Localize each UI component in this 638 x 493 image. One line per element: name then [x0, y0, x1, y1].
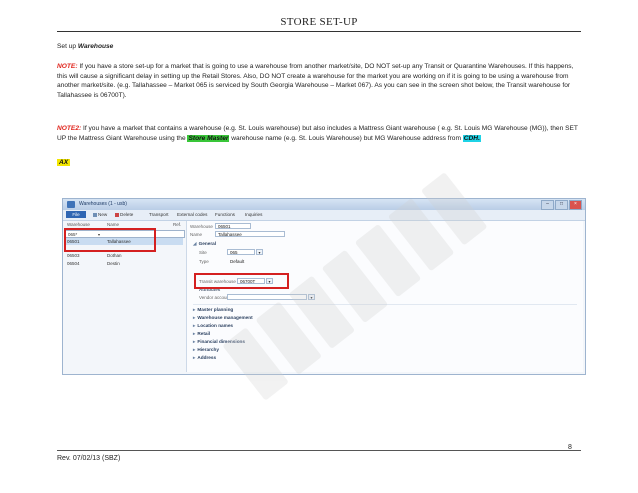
col-name[interactable]: Name — [107, 222, 119, 227]
row-warehouse: 06504 — [67, 261, 80, 266]
section-hierarchy[interactable]: ▸ Hierarchy — [193, 347, 219, 353]
heading-emphasis: Warehouse — [77, 43, 114, 50]
file-button[interactable]: File — [66, 211, 86, 218]
revision-note: Rev. 07/02/13 (SBZ) — [57, 455, 121, 462]
inquiries-menu[interactable]: Inquiries — [245, 212, 262, 217]
section-location-names[interactable]: ▸ Location names — [193, 323, 233, 329]
row-warehouse: 06503 — [67, 253, 80, 258]
page-title: STORE SET-UP — [280, 16, 358, 28]
new-label: New — [98, 212, 108, 217]
window-controls: – □ × — [541, 200, 582, 210]
type-label: Type — [199, 259, 209, 264]
footer-divider — [57, 450, 581, 451]
section-retail[interactable]: ▸ Retail — [193, 331, 210, 337]
ax-label: AX — [57, 159, 71, 166]
delete-label: Delete — [120, 212, 134, 217]
col-ref[interactable]: Ref. — [173, 222, 181, 227]
note-paragraph: NOTE: If you have a store set-up for a m… — [57, 62, 581, 100]
delete-icon — [115, 212, 119, 217]
section-label: Retail — [197, 331, 211, 336]
maximize-button[interactable]: □ — [555, 200, 568, 210]
heading-prefix: Set up — [57, 43, 78, 50]
new-button[interactable]: New — [93, 212, 107, 217]
cdh-highlight: CDH. — [462, 134, 481, 142]
section-address[interactable]: ▸ Address — [193, 355, 216, 361]
expand-icon: ▸ — [193, 347, 196, 352]
section-master-planning[interactable]: ▸ Master planning — [193, 307, 233, 313]
app-icon — [67, 201, 75, 208]
site-label: Site — [199, 250, 207, 255]
section-heading: Set up Warehouse — [57, 42, 581, 52]
window-title: Warehouses (1 - usb) — [79, 201, 127, 207]
section-divider — [193, 304, 577, 305]
collapse-icon: ◢ — [193, 241, 197, 246]
section-label: Master planning — [197, 307, 234, 312]
vendor-account-field[interactable] — [227, 294, 307, 300]
expand-icon: ▸ — [193, 355, 196, 360]
vendor-account-label: Vendor account — [199, 295, 231, 300]
note2-text-b: warehouse name (e.g. St. Louis Warehouse… — [229, 134, 463, 142]
title-divider — [57, 31, 581, 32]
expand-icon: ▸ — [193, 331, 196, 336]
new-icon — [93, 212, 97, 217]
section-label: Hierarchy — [197, 347, 219, 352]
external-codes-button[interactable]: External codes — [177, 212, 207, 217]
delete-button[interactable]: Delete — [115, 212, 133, 217]
table-row[interactable]: 06503 Dothan — [65, 252, 183, 259]
note2-paragraph: NOTE2: If you have a market that contain… — [57, 124, 581, 143]
warehouse-field[interactable]: 06501 — [215, 223, 251, 229]
section-general-label: General — [198, 241, 217, 246]
note-text: If you have a store set-up for a market … — [57, 63, 574, 99]
section-label: Address — [197, 355, 217, 360]
table-row[interactable]: 06504 Destin — [65, 260, 183, 267]
functions-menu[interactable]: Functions — [215, 212, 235, 217]
row-name: Dothan — [107, 253, 122, 258]
note-label: NOTE: — [57, 63, 78, 70]
expand-icon: ▸ — [193, 339, 196, 344]
transport-button[interactable]: Transport — [149, 212, 169, 217]
warehouse-label: Warehouse — [190, 224, 213, 229]
site-field[interactable]: 065 — [227, 249, 255, 255]
expand-icon: ▸ — [193, 323, 196, 328]
store-master-highlight: Store Master — [187, 134, 230, 142]
ax-label-line: AX — [57, 158, 581, 168]
site-dropdown-icon[interactable]: ▾ — [256, 249, 263, 255]
col-warehouse[interactable]: Warehouse — [67, 222, 90, 227]
type-field[interactable]: Default — [227, 258, 255, 264]
name-label: Name — [190, 232, 203, 237]
row-name: Destin — [107, 261, 120, 266]
filter-callout-box — [64, 228, 156, 252]
vendor-dropdown-icon[interactable]: ▾ — [308, 294, 315, 300]
expand-icon: ▸ — [193, 307, 196, 312]
expand-icon: ▸ — [193, 315, 196, 320]
section-label: Warehouse management — [197, 315, 253, 320]
section-label: Location names — [197, 323, 234, 328]
section-warehouse-management[interactable]: ▸ Warehouse management — [193, 315, 253, 321]
ax-screenshot: Warehouses (1 - usb) – □ × File New Dele… — [62, 198, 586, 375]
window-titlebar: Warehouses (1 - usb) – □ × — [63, 199, 585, 210]
minimize-button[interactable]: – — [541, 200, 554, 210]
note2-label: NOTE2: — [57, 125, 82, 132]
action-pane: File New Delete Transport External codes… — [63, 210, 585, 221]
transit-callout-box — [194, 273, 289, 289]
section-general[interactable]: ◢ General — [193, 241, 216, 247]
close-button[interactable]: × — [569, 200, 582, 210]
detail-pane: Warehouse 06501 Name Tallahassee ◢ Genera… — [186, 221, 583, 372]
section-label: Financial dimensions — [197, 339, 246, 344]
name-field[interactable]: Tallahassee — [215, 231, 285, 237]
section-financial-dimensions[interactable]: ▸ Financial dimensions — [193, 339, 245, 345]
